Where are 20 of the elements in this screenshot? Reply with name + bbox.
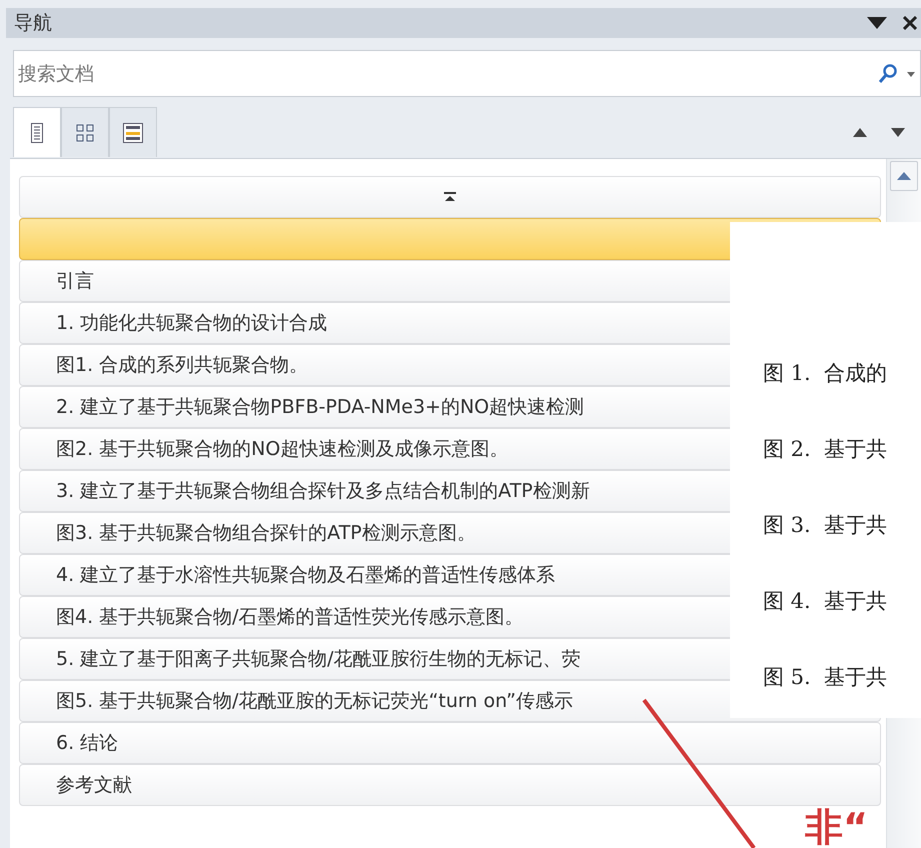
view-tab[interactable] [13, 107, 61, 157]
grid-icon [76, 124, 94, 142]
search-icon[interactable] [877, 63, 899, 85]
heading-item[interactable]: 6. 结论 [19, 722, 881, 764]
up-arrow-icon [897, 172, 911, 180]
caret-icon[interactable] [907, 72, 915, 76]
heading-item[interactable]: 参考文献 [19, 764, 881, 806]
search-field[interactable]: 搜索文档 [13, 50, 921, 97]
annotation-text: 非“ [805, 806, 868, 848]
page-list-icon [123, 122, 143, 142]
view-tab[interactable] [61, 107, 109, 157]
up-arrow-icon[interactable] [853, 128, 867, 136]
view-tab[interactable] [109, 107, 157, 157]
close-icon[interactable] [903, 16, 917, 30]
collapse-icon [444, 192, 456, 202]
down-arrow-icon[interactable] [891, 128, 905, 136]
scroll-up-button[interactable] [890, 161, 918, 191]
pane-title: 导航 [14, 10, 52, 36]
dropdown-icon[interactable] [867, 16, 887, 30]
document-icon [31, 122, 43, 142]
